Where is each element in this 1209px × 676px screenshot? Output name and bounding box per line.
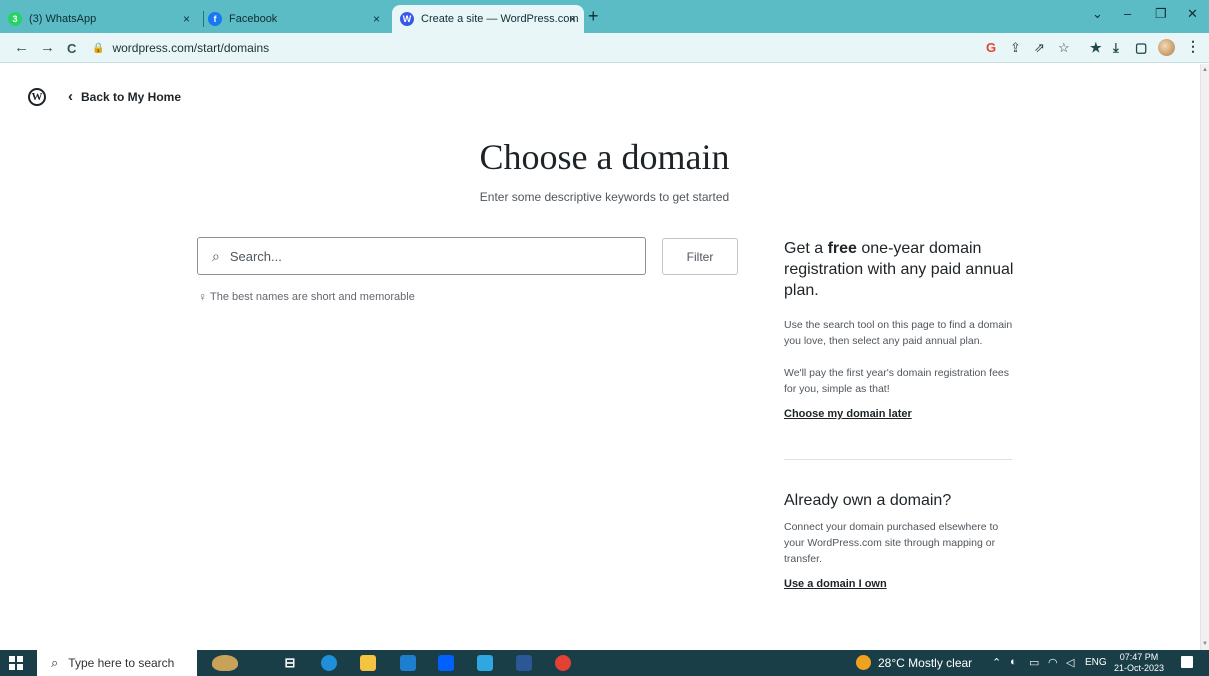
tab-title: Create a site — WordPress.com <box>421 13 579 25</box>
download-icon[interactable]: ⤓ <box>1113 40 1119 56</box>
search-icon: ⌕ <box>51 655 59 670</box>
search-tip: ♀ The best names are short and memorable <box>198 290 415 304</box>
install-app-icon[interactable]: ⇪ <box>1010 40 1021 56</box>
wifi-icon[interactable]: ◠ <box>1048 656 1058 669</box>
weather-text: 28°C Mostly clear <box>878 655 973 670</box>
tab-wordpress[interactable]: W Create a site — WordPress.com × <box>392 5 584 33</box>
scroll-down-icon[interactable]: ▼ <box>1202 641 1208 647</box>
close-window-button[interactable]: ✕ <box>1187 6 1198 22</box>
tab-whatsapp[interactable]: 3 (3) WhatsApp × <box>8 5 198 33</box>
forward-arrow-icon[interactable]: → <box>40 39 55 56</box>
word-icon[interactable] <box>516 655 532 671</box>
battery-icon[interactable]: ▭ <box>1029 656 1039 669</box>
profile-avatar[interactable] <box>1158 39 1175 56</box>
dropbox-icon[interactable] <box>438 655 454 671</box>
volume-icon[interactable]: ◁ <box>1066 656 1074 669</box>
tray-chevron-up-icon[interactable]: ⌃ <box>992 656 1001 669</box>
browser-tab-strip: 3 (3) WhatsApp × f Facebook × W Create a… <box>0 0 1209 33</box>
clock-date: 21-Oct-2023 <box>1113 663 1165 673</box>
divider <box>784 459 1012 460</box>
close-icon[interactable]: × <box>183 12 190 26</box>
tip-text: The best names are short and memorable <box>210 291 415 303</box>
promo-text-secondary: We'll pay the first year's domain regist… <box>784 367 1009 395</box>
own-domain-heading: Already own a domain? <box>784 492 952 509</box>
tab-title: Facebook <box>229 13 278 25</box>
domain-search-input[interactable] <box>227 247 608 265</box>
close-icon[interactable]: × <box>569 12 576 26</box>
scroll-up-icon[interactable]: ▲ <box>1202 67 1208 73</box>
page-title: Choose a domain <box>479 137 730 177</box>
taskbar-clock[interactable]: 07:47 PM 21-Oct-2023 <box>1110 652 1168 674</box>
reload-icon[interactable]: C <box>67 41 76 56</box>
wordpress-logo-icon[interactable]: W <box>28 88 46 106</box>
mytp-app-icon[interactable] <box>477 655 493 671</box>
tab-title: (3) WhatsApp <box>29 13 97 25</box>
language-indicator[interactable]: ENG <box>1085 657 1107 668</box>
mail-icon[interactable] <box>400 655 416 671</box>
weather-widget[interactable]: 28°C Mostly clear <box>856 655 972 670</box>
extensions-icon[interactable]: ★ <box>1090 40 1102 56</box>
taskbar-search-placeholder: Type here to search <box>68 656 175 670</box>
taskbar-search-box[interactable]: ⌕ Type here to search <box>37 650 197 676</box>
task-view-icon[interactable]: ⊟ <box>282 655 298 671</box>
minimize-button[interactable]: – <box>1124 6 1131 21</box>
back-link-label: Back to My Home <box>81 89 182 104</box>
domain-search-box[interactable]: ⌕ <box>197 237 646 275</box>
side-panel-icon[interactable]: ▢ <box>1135 40 1147 56</box>
page-subtitle: Enter some descriptive keywords to get s… <box>479 190 730 204</box>
windows-start-icon[interactable] <box>9 656 23 670</box>
meet-now-icon[interactable]: ◐ <box>1010 656 1017 668</box>
facebook-icon: f <box>208 12 222 26</box>
promo-text: Use the search tool on this page to find… <box>784 319 1013 347</box>
free-domain-promo: Get a free one-year domain registration … <box>784 238 1014 422</box>
file-explorer-icon[interactable] <box>360 655 376 671</box>
windows-taskbar: ⌕ Type here to search ⊟ 28°C Mostly clea… <box>0 650 1209 676</box>
google-translate-icon[interactable]: G <box>986 40 996 55</box>
promo-heading: Get a free one-year domain registration … <box>784 240 1014 299</box>
lock-icon: 🔒 <box>92 42 105 54</box>
tab-search-icon[interactable]: ⌄ <box>1092 6 1103 22</box>
own-domain-text: Connect your domain purchased elsewhere … <box>784 521 999 565</box>
bookmark-star-icon[interactable]: ☆ <box>1058 40 1070 56</box>
diya-widget-icon[interactable] <box>212 655 238 671</box>
own-domain-section: Already own a domain? Connect your domai… <box>784 492 1014 592</box>
back-arrow-icon[interactable]: ← <box>14 39 29 56</box>
url-text[interactable]: wordpress.com/start/domains <box>112 41 269 55</box>
back-to-home-link[interactable]: ‹ Back to My Home <box>68 89 181 104</box>
maximize-button[interactable]: ❐ <box>1155 6 1167 22</box>
whatsapp-icon: 3 <box>8 12 22 26</box>
filter-button[interactable]: Filter <box>662 238 738 275</box>
clock-time: 07:47 PM <box>1119 652 1159 662</box>
browser-toolbar: ← → C 🔒 wordpress.com/start/domains G ⇪ … <box>0 33 1209 63</box>
lightbulb-icon: ♀ <box>198 290 207 304</box>
menu-kebab-icon[interactable]: ⋮ <box>1186 38 1200 55</box>
choose-domain-later-link[interactable]: Choose my domain later <box>784 408 912 420</box>
chrome-icon[interactable] <box>555 655 571 671</box>
close-icon[interactable]: × <box>373 12 380 26</box>
new-tab-button[interactable]: + <box>588 6 599 27</box>
wordpress-icon: W <box>400 12 414 26</box>
page-content: W ‹ Back to My Home Choose a domain Ente… <box>0 64 1200 650</box>
chevron-left-icon: ‹ <box>68 88 73 105</box>
search-icon: ⌕ <box>212 247 220 264</box>
page-scrollbar[interactable]: ▲ ▼ <box>1200 64 1209 650</box>
weather-icon <box>856 655 871 670</box>
edge-browser-icon[interactable] <box>321 655 337 671</box>
use-domain-i-own-link[interactable]: Use a domain I own <box>784 578 887 590</box>
tab-separator <box>203 11 204 27</box>
address-bar[interactable]: 🔒 wordpress.com/start/domains <box>92 37 962 59</box>
notification-icon[interactable] <box>1181 656 1193 668</box>
tab-facebook[interactable]: f Facebook × <box>208 5 388 33</box>
share-icon[interactable]: ⇗ <box>1034 40 1045 56</box>
